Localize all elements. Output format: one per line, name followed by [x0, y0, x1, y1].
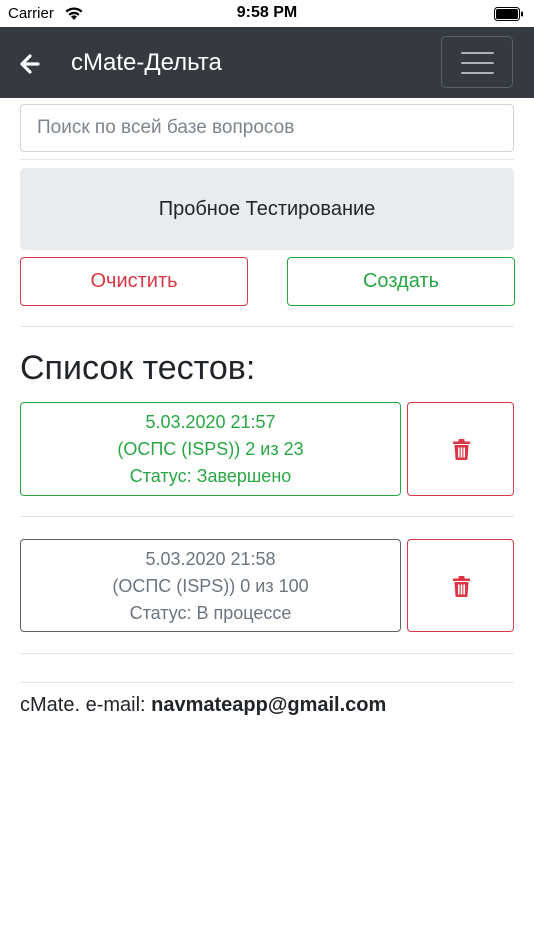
test-status: Статус: В процессе: [129, 603, 292, 623]
battery-icon: [494, 7, 523, 21]
divider: [20, 653, 514, 654]
app-title: cMate-Дельта: [71, 49, 222, 76]
divider: [20, 326, 514, 327]
test-status: Статус: Завершено: [129, 466, 292, 486]
trash-icon: [453, 439, 470, 460]
trial-test-button[interactable]: Пробное Тестирование: [20, 168, 514, 250]
footer-prefix: cMate. e-mail:: [20, 694, 152, 716]
divider: [20, 159, 514, 160]
create-button-label: Создать: [362, 270, 439, 292]
test-card-completed[interactable]: 5.03.2020 21:57 (ОСПС (ISPS)) 2 из 23 Ст…: [20, 402, 401, 496]
test-list-title: Список тестов:: [20, 349, 256, 387]
divider: [20, 682, 514, 683]
test-card-in-progress[interactable]: 5.03.2020 21:58 (ОСПС (ISPS)) 0 из 100 С…: [20, 539, 401, 632]
trash-icon: [453, 576, 470, 597]
clear-button-label: Очистить: [90, 270, 178, 292]
test-datetime: 5.03.2020 21:58: [145, 549, 276, 569]
status-bar: Carrier 9:58 PM: [0, 0, 534, 27]
test-name: (ОСПС (ISPS)) 2 из 23: [117, 439, 304, 459]
delete-test-button[interactable]: [407, 402, 514, 496]
clear-button[interactable]: Очистить: [20, 257, 248, 306]
clock: 9:58 PM: [236, 4, 298, 21]
delete-test-button[interactable]: [407, 539, 514, 632]
footer-contact: cMate. e-mail: navmateapp@gmail.com: [20, 694, 386, 717]
footer-email[interactable]: navmateapp@gmail.com: [151, 694, 386, 716]
navbar: cMate-Дельта: [0, 27, 534, 98]
search-input[interactable]: [20, 104, 514, 152]
test-name: (ОСПС (ISPS)) 0 из 100: [112, 576, 309, 596]
test-datetime: 5.03.2020 21:57: [145, 412, 276, 432]
arrow-left-icon[interactable]: [16, 51, 44, 77]
trial-test-label: Пробное Тестирование: [158, 197, 376, 220]
create-button[interactable]: Создать: [287, 257, 515, 306]
menu-toggle-button[interactable]: [441, 36, 513, 88]
divider: [20, 516, 514, 517]
